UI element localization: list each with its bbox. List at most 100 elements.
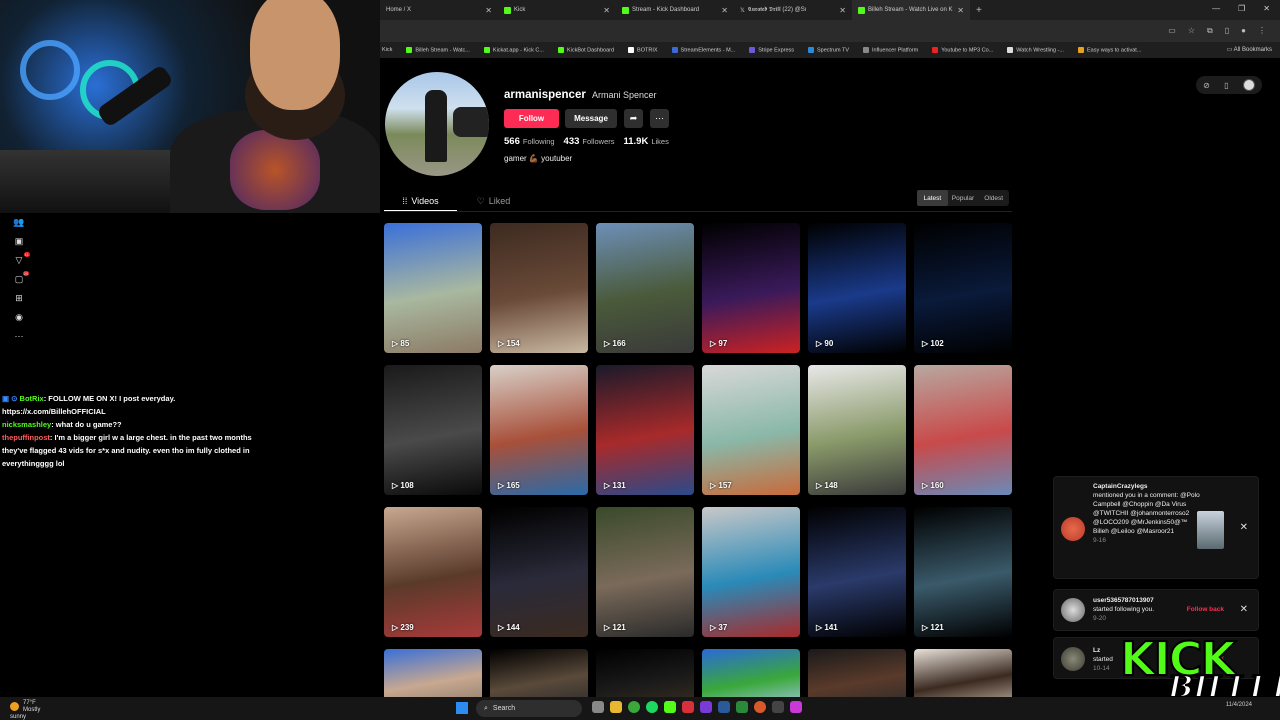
add-icon[interactable]: ⊞ xyxy=(15,293,23,304)
sort-popular[interactable]: Popular xyxy=(948,190,979,206)
close-icon[interactable]: ✕ xyxy=(485,6,492,15)
message-button[interactable]: Message xyxy=(565,109,617,128)
view-count: 121 xyxy=(612,623,626,632)
app-icon[interactable] xyxy=(772,701,784,713)
close-icon[interactable]: ✕ xyxy=(839,6,846,15)
profile-icon[interactable]: ● xyxy=(1241,26,1246,36)
spotify-icon[interactable] xyxy=(646,701,658,713)
app-icon[interactable] xyxy=(790,701,802,713)
youtube-icon xyxy=(932,46,939,53)
task-view-icon[interactable] xyxy=(592,701,604,713)
app-icon[interactable] xyxy=(682,701,694,713)
bookmark-item[interactable]: Watch Wrestling -... xyxy=(1007,46,1064,53)
weather-widget[interactable]: 77°F Mostly sunny xyxy=(10,700,45,720)
follow-button[interactable]: Follow xyxy=(504,109,559,128)
video-thumbnail[interactable]: ▷ 148 xyxy=(808,365,906,495)
more-dots-icon[interactable]: ⋯ xyxy=(15,331,24,342)
close-icon[interactable]: ✕ xyxy=(1240,604,1248,615)
close-icon[interactable]: ✕ xyxy=(957,6,964,15)
bookmark-item[interactable]: Billeh Stream - Watc... xyxy=(406,46,470,53)
video-thumbnail[interactable]: ▷ 131 xyxy=(596,365,694,495)
tab-home-x[interactable]: Home / X ✕ xyxy=(380,0,498,20)
chat-icon[interactable]: ▢ 20 xyxy=(15,271,30,285)
view-count: 102 xyxy=(930,339,944,348)
video-thumbnail[interactable]: ▷ 85 xyxy=(384,223,482,353)
taskbar-search[interactable]: ⌕ Search xyxy=(476,700,582,717)
steam-icon[interactable] xyxy=(718,701,730,713)
video-thumbnail[interactable]: ▷ 239 xyxy=(384,507,482,637)
minimize-icon[interactable]: — xyxy=(1212,4,1220,13)
video-thumbnail[interactable]: ▷ 154 xyxy=(490,223,588,353)
sort-latest[interactable]: Latest xyxy=(917,190,948,206)
cast-icon[interactable]: ▭ xyxy=(1168,26,1176,36)
sidebar-icon[interactable]: ▯ xyxy=(1225,26,1229,36)
kick-globe-icon[interactable]: ◉ xyxy=(15,312,23,323)
menu-icon[interactable]: ⋮ xyxy=(1258,26,1266,36)
tab-curated-drill[interactable]: 𝕏 𝕮𝖚𝖗𝖆𝖙𝖊𝖉 𝕯𝖗𝖎𝖑𝖑 (22) @Sı ✕ xyxy=(734,0,852,20)
app-icon[interactable] xyxy=(700,701,712,713)
upload-icon[interactable]: ⊘ xyxy=(1203,81,1210,90)
bot-icon[interactable]: ▣ xyxy=(15,236,24,247)
video-thumbnail[interactable]: ▷ 37 xyxy=(702,507,800,637)
star-icon[interactable]: ☆ xyxy=(1188,26,1195,36)
all-bookmarks[interactable]: ▭ All Bookmarks xyxy=(1227,46,1272,53)
bookmark-item[interactable]: Stripe Express xyxy=(749,46,794,53)
app-icon[interactable] xyxy=(736,701,748,713)
bookmark-item[interactable]: Spectrum TV xyxy=(808,46,849,53)
notification-thumbnail[interactable] xyxy=(1197,511,1224,549)
following-stat[interactable]: 566 Following xyxy=(504,136,555,147)
bookmark-item[interactable]: Youtube to MP3 Co... xyxy=(932,46,993,53)
notification-body: Lz started 10-14 xyxy=(1093,646,1113,673)
video-thumbnail[interactable]: ▷ 90 xyxy=(808,223,906,353)
sort-oldest[interactable]: Oldest xyxy=(978,190,1009,206)
close-icon[interactable]: ✕ xyxy=(603,6,610,15)
notification-follow[interactable]: user5365787013907 started following you.… xyxy=(1053,589,1259,631)
video-thumbnail[interactable]: ▷ 165 xyxy=(490,365,588,495)
chat-username[interactable]: nicksmashley xyxy=(2,420,51,429)
bookmark-item[interactable]: StreamElements - M... xyxy=(671,46,735,53)
tab-kick-dashboard[interactable]: Stream - Kick Dashboard ✕ xyxy=(616,0,734,20)
tab-billeh-stream[interactable]: Billeh Stream - Watch Live on K ✕ xyxy=(852,0,970,20)
close-icon[interactable]: ✕ xyxy=(1240,522,1248,533)
windows-start-icon[interactable] xyxy=(456,702,468,714)
user-avatar-icon[interactable] xyxy=(1242,79,1255,91)
new-tab-button[interactable]: + xyxy=(976,5,982,16)
video-thumbnail[interactable]: ▷ 166 xyxy=(596,223,694,353)
chat-username[interactable]: BotRix xyxy=(20,394,44,403)
video-thumbnail[interactable]: ▷ 108 xyxy=(384,365,482,495)
tab-liked[interactable]: ♡ Liked xyxy=(457,191,530,211)
video-thumbnail[interactable]: ▷ 157 xyxy=(702,365,800,495)
bookmark-item[interactable]: BOTRIX xyxy=(628,46,658,53)
video-thumbnail[interactable]: ▷ 144 xyxy=(490,507,588,637)
obs-icon[interactable] xyxy=(754,701,766,713)
extensions-icon[interactable]: ⧉ xyxy=(1207,26,1213,36)
maximize-icon[interactable]: ❐ xyxy=(1238,4,1245,13)
bookmark-item[interactable]: Easy ways to activat... xyxy=(1077,46,1141,53)
tab-kick[interactable]: Kick ✕ xyxy=(498,0,616,20)
video-thumbnail[interactable]: ▷ 121 xyxy=(914,507,1012,637)
bookmark-item[interactable]: Kick xyxy=(382,47,392,53)
file-explorer-icon[interactable] xyxy=(610,701,622,713)
share-icon[interactable]: ➦ xyxy=(624,109,643,128)
bookmark-item[interactable]: KickBot Dashboard xyxy=(557,46,614,53)
video-thumbnail[interactable]: ▷ 97 xyxy=(702,223,800,353)
more-icon[interactable]: ⋯ xyxy=(650,109,669,128)
inbox-icon[interactable]: ▯ xyxy=(1224,81,1228,90)
bookmark-item[interactable]: Influencer Platform xyxy=(863,46,918,53)
users-icon[interactable]: 👥 xyxy=(13,217,24,228)
video-thumbnail[interactable]: ▷ 102 xyxy=(914,223,1012,353)
close-window-icon[interactable]: ✕ xyxy=(1263,4,1270,13)
chrome-icon[interactable] xyxy=(628,701,640,713)
close-icon[interactable]: ✕ xyxy=(721,6,728,15)
video-thumbnail[interactable]: ▷ 160 xyxy=(914,365,1012,495)
video-thumbnail[interactable]: ▷ 121 xyxy=(596,507,694,637)
video-thumbnail[interactable]: ▷ 141 xyxy=(808,507,906,637)
kick-app-icon[interactable] xyxy=(664,701,676,713)
tab-videos[interactable]: ⁞⁞ Videos xyxy=(384,191,457,211)
chat-username[interactable]: thepuffinpost xyxy=(2,433,50,442)
follow-back-button[interactable]: Follow back xyxy=(1187,606,1224,613)
notification-mention[interactable]: CaptainCrazylegs mentioned you in a comm… xyxy=(1053,476,1259,579)
filter-icon[interactable]: ▽ 11 xyxy=(16,252,30,266)
followers-stat[interactable]: 433 Followers xyxy=(564,136,615,147)
bookmark-item[interactable]: Kickat.app - Kick C... xyxy=(483,46,544,53)
